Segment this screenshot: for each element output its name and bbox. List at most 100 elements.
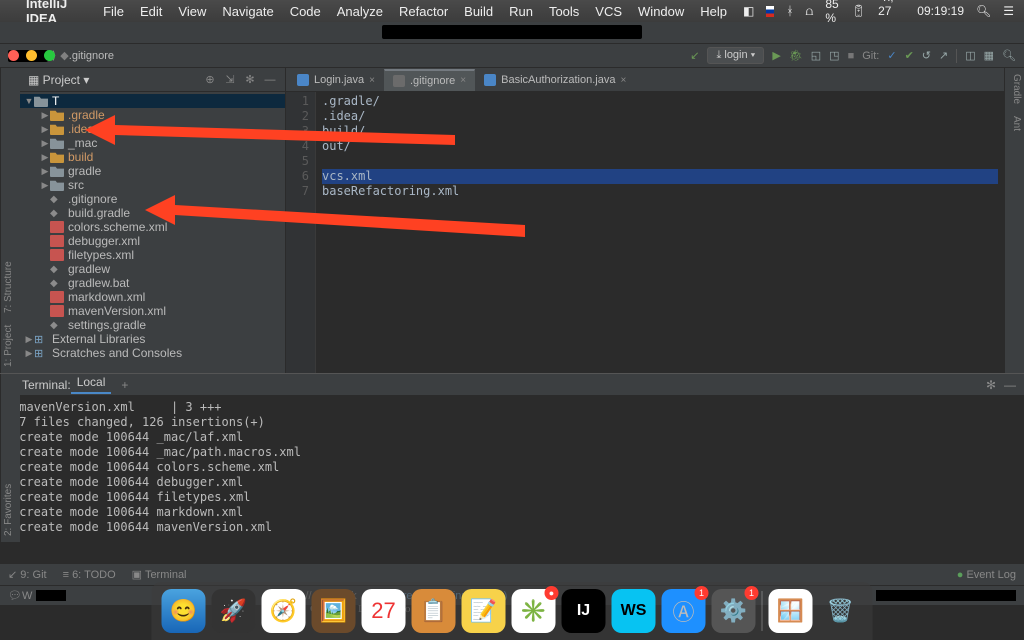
menu-tools[interactable]: Tools — [549, 4, 579, 19]
tree-node[interactable]: ◆.gitignore — [20, 192, 285, 206]
battery-icon[interactable]: 🔋︎ — [851, 4, 866, 18]
editor-area: Login.java×.gitignore×BasicAuthorization… — [286, 68, 1004, 373]
search-everywhere-icon[interactable]: 🔍︎ — [1002, 49, 1016, 62]
search-icon[interactable]: 🔍︎ — [976, 4, 991, 18]
tree-node[interactable]: colors.scheme.xml — [20, 220, 285, 234]
git-update-icon[interactable]: ✓ — [887, 49, 896, 62]
menu-code[interactable]: Code — [290, 4, 321, 19]
tree-node[interactable]: debugger.xml — [20, 234, 285, 248]
flag-icon[interactable] — [766, 6, 774, 17]
menu-build[interactable]: Build — [464, 4, 493, 19]
menu-icon[interactable]: ☰ — [1003, 4, 1014, 18]
menu-edit[interactable]: Edit — [140, 4, 162, 19]
tree-node[interactable]: markdown.xml — [20, 290, 285, 304]
close-window[interactable] — [8, 50, 19, 61]
menu-navigate[interactable]: Navigate — [222, 4, 273, 19]
git-label: Git: — [862, 50, 879, 62]
terminal-output[interactable]: mavenVersion.xml | 3 +++ 7 files changed… — [0, 396, 1024, 563]
menu-run[interactable]: Run — [509, 4, 533, 19]
dock-launchpad[interactable]: 🚀 — [212, 589, 256, 633]
project-view-select[interactable]: ▦ Project ▾ — [28, 73, 89, 87]
tree-node[interactable]: ▶.gradle — [20, 108, 285, 122]
dock-safari[interactable]: 🧭 — [262, 589, 306, 633]
menu-help[interactable]: Help — [700, 4, 727, 19]
tab-ant[interactable]: Ant — [1007, 116, 1022, 131]
dock-reminders[interactable]: 📋 — [412, 589, 456, 633]
project-tree[interactable]: ▼T▶.gradle▶.idea▶_mac▶build▶gradle▶src◆.… — [20, 92, 285, 373]
tree-node[interactable]: ▶_mac — [20, 136, 285, 150]
structure-icon[interactable]: ◫ — [965, 49, 975, 62]
terminal-hide-icon[interactable]: — — [1004, 378, 1016, 392]
code-content[interactable]: .gradle/.idea/build/out/ vcs.xmlbaseRefa… — [316, 92, 1004, 373]
dock-slack[interactable]: ✳️● — [512, 589, 556, 633]
status-terminal[interactable]: ▣ Terminal — [132, 568, 187, 581]
tree-node[interactable]: ▶gradle — [20, 164, 285, 178]
macos-menubar: IntelliJ IDEA File Edit View Navigate Co… — [0, 0, 1024, 22]
status-eventlog[interactable]: ● Event Log — [957, 569, 1016, 581]
wifi-icon[interactable]: ⩍ — [806, 4, 814, 19]
gear-icon[interactable]: ✻ — [243, 73, 257, 87]
menu-analyze[interactable]: Analyze — [337, 4, 383, 19]
breadcrumb-file[interactable]: .gitignore — [69, 50, 114, 62]
git-history-icon[interactable]: ↺ — [922, 49, 931, 62]
run-icon[interactable]: ▶ — [772, 49, 780, 62]
status-git[interactable]: ↙ 9: Git — [8, 568, 47, 581]
tab-project[interactable]: 1: Project — [3, 325, 18, 367]
menu-window[interactable]: Window — [638, 4, 684, 19]
menubar-time[interactable]: 09:19:19 — [917, 4, 964, 18]
stop-icon[interactable]: ■ — [848, 50, 855, 62]
dock-settings[interactable]: ⚙️1 — [712, 589, 756, 633]
bluetooth-icon[interactable]: ᚼ — [786, 4, 793, 18]
dock-photos[interactable]: 🖼️ — [312, 589, 356, 633]
dock-file[interactable]: 🪟 — [769, 589, 813, 633]
tab-favorites[interactable]: 2: Favorites — [3, 484, 14, 536]
dock-trash[interactable]: 🗑️ — [819, 589, 863, 633]
dock-webstorm[interactable]: WS — [612, 589, 656, 633]
git-revert-icon[interactable]: ↗ — [939, 49, 948, 62]
dock-calendar[interactable]: 27 — [362, 589, 406, 633]
dock-finder[interactable]: 😊 — [162, 589, 206, 633]
git-commit-icon[interactable]: ✔ — [905, 49, 914, 62]
tree-node[interactable]: ◆gradlew — [20, 262, 285, 276]
menu-refactor[interactable]: Refactor — [399, 4, 448, 19]
dock-appstore[interactable]: Ⓐ1 — [662, 589, 706, 633]
tree-node[interactable]: ▶⊞External Libraries — [20, 332, 285, 346]
locate-icon[interactable]: ⊕ — [203, 73, 217, 87]
zoom-window[interactable] — [44, 50, 55, 61]
tab-structure[interactable]: 7: Structure — [3, 261, 18, 313]
menu-view[interactable]: View — [178, 4, 206, 19]
profiler-icon[interactable]: ◳ — [829, 49, 839, 62]
expand-icon[interactable]: ⇲ — [223, 73, 237, 87]
tree-node[interactable]: filetypes.xml — [20, 248, 285, 262]
tree-node[interactable]: ▶src — [20, 178, 285, 192]
tree-node[interactable]: ◆build.gradle — [20, 206, 285, 220]
terminal-tab-local[interactable]: Local — [71, 375, 112, 394]
tree-node[interactable]: ▶.idea — [20, 122, 285, 136]
tree-node[interactable]: ◆gradlew.bat — [20, 276, 285, 290]
minimize-window[interactable] — [26, 50, 37, 61]
tree-node[interactable]: ▼T — [20, 94, 285, 108]
tree-node[interactable]: ▶build — [20, 150, 285, 164]
terminal-new-tab[interactable]: + — [121, 378, 128, 392]
dock-notes[interactable]: 📝 — [462, 589, 506, 633]
run-config-select[interactable]: ⤓ login ▾ — [707, 47, 764, 64]
settings-icon[interactable]: ▦ — [984, 49, 994, 62]
editor-tabs: Login.java×.gitignore×BasicAuthorization… — [286, 68, 1004, 92]
menu-vcs[interactable]: VCS — [595, 4, 622, 19]
editor-tab[interactable]: BasicAuthorization.java× — [475, 69, 635, 91]
hide-icon[interactable]: — — [263, 73, 277, 87]
tab-gradle[interactable]: Gradle — [1007, 74, 1022, 104]
terminal-settings-icon[interactable]: ✻ — [986, 378, 996, 392]
menu-file[interactable]: File — [103, 4, 124, 19]
tree-node[interactable]: mavenVersion.xml — [20, 304, 285, 318]
status-todo[interactable]: ≡ 6: TODO — [63, 569, 116, 581]
dock-intellij[interactable]: IJ — [562, 589, 606, 633]
tray-icon[interactable]: ◧ — [743, 4, 754, 18]
editor-tab[interactable]: Login.java× — [288, 69, 384, 91]
tree-node[interactable]: ▶⊞Scratches and Consoles — [20, 346, 285, 360]
tree-node[interactable]: ◆settings.gradle — [20, 318, 285, 332]
build-icon[interactable]: ↙ — [690, 49, 699, 62]
debug-icon[interactable]: 🐞︎ — [789, 49, 803, 62]
editor-tab[interactable]: .gitignore× — [384, 69, 475, 91]
coverage-icon[interactable]: ◱ — [811, 49, 821, 62]
